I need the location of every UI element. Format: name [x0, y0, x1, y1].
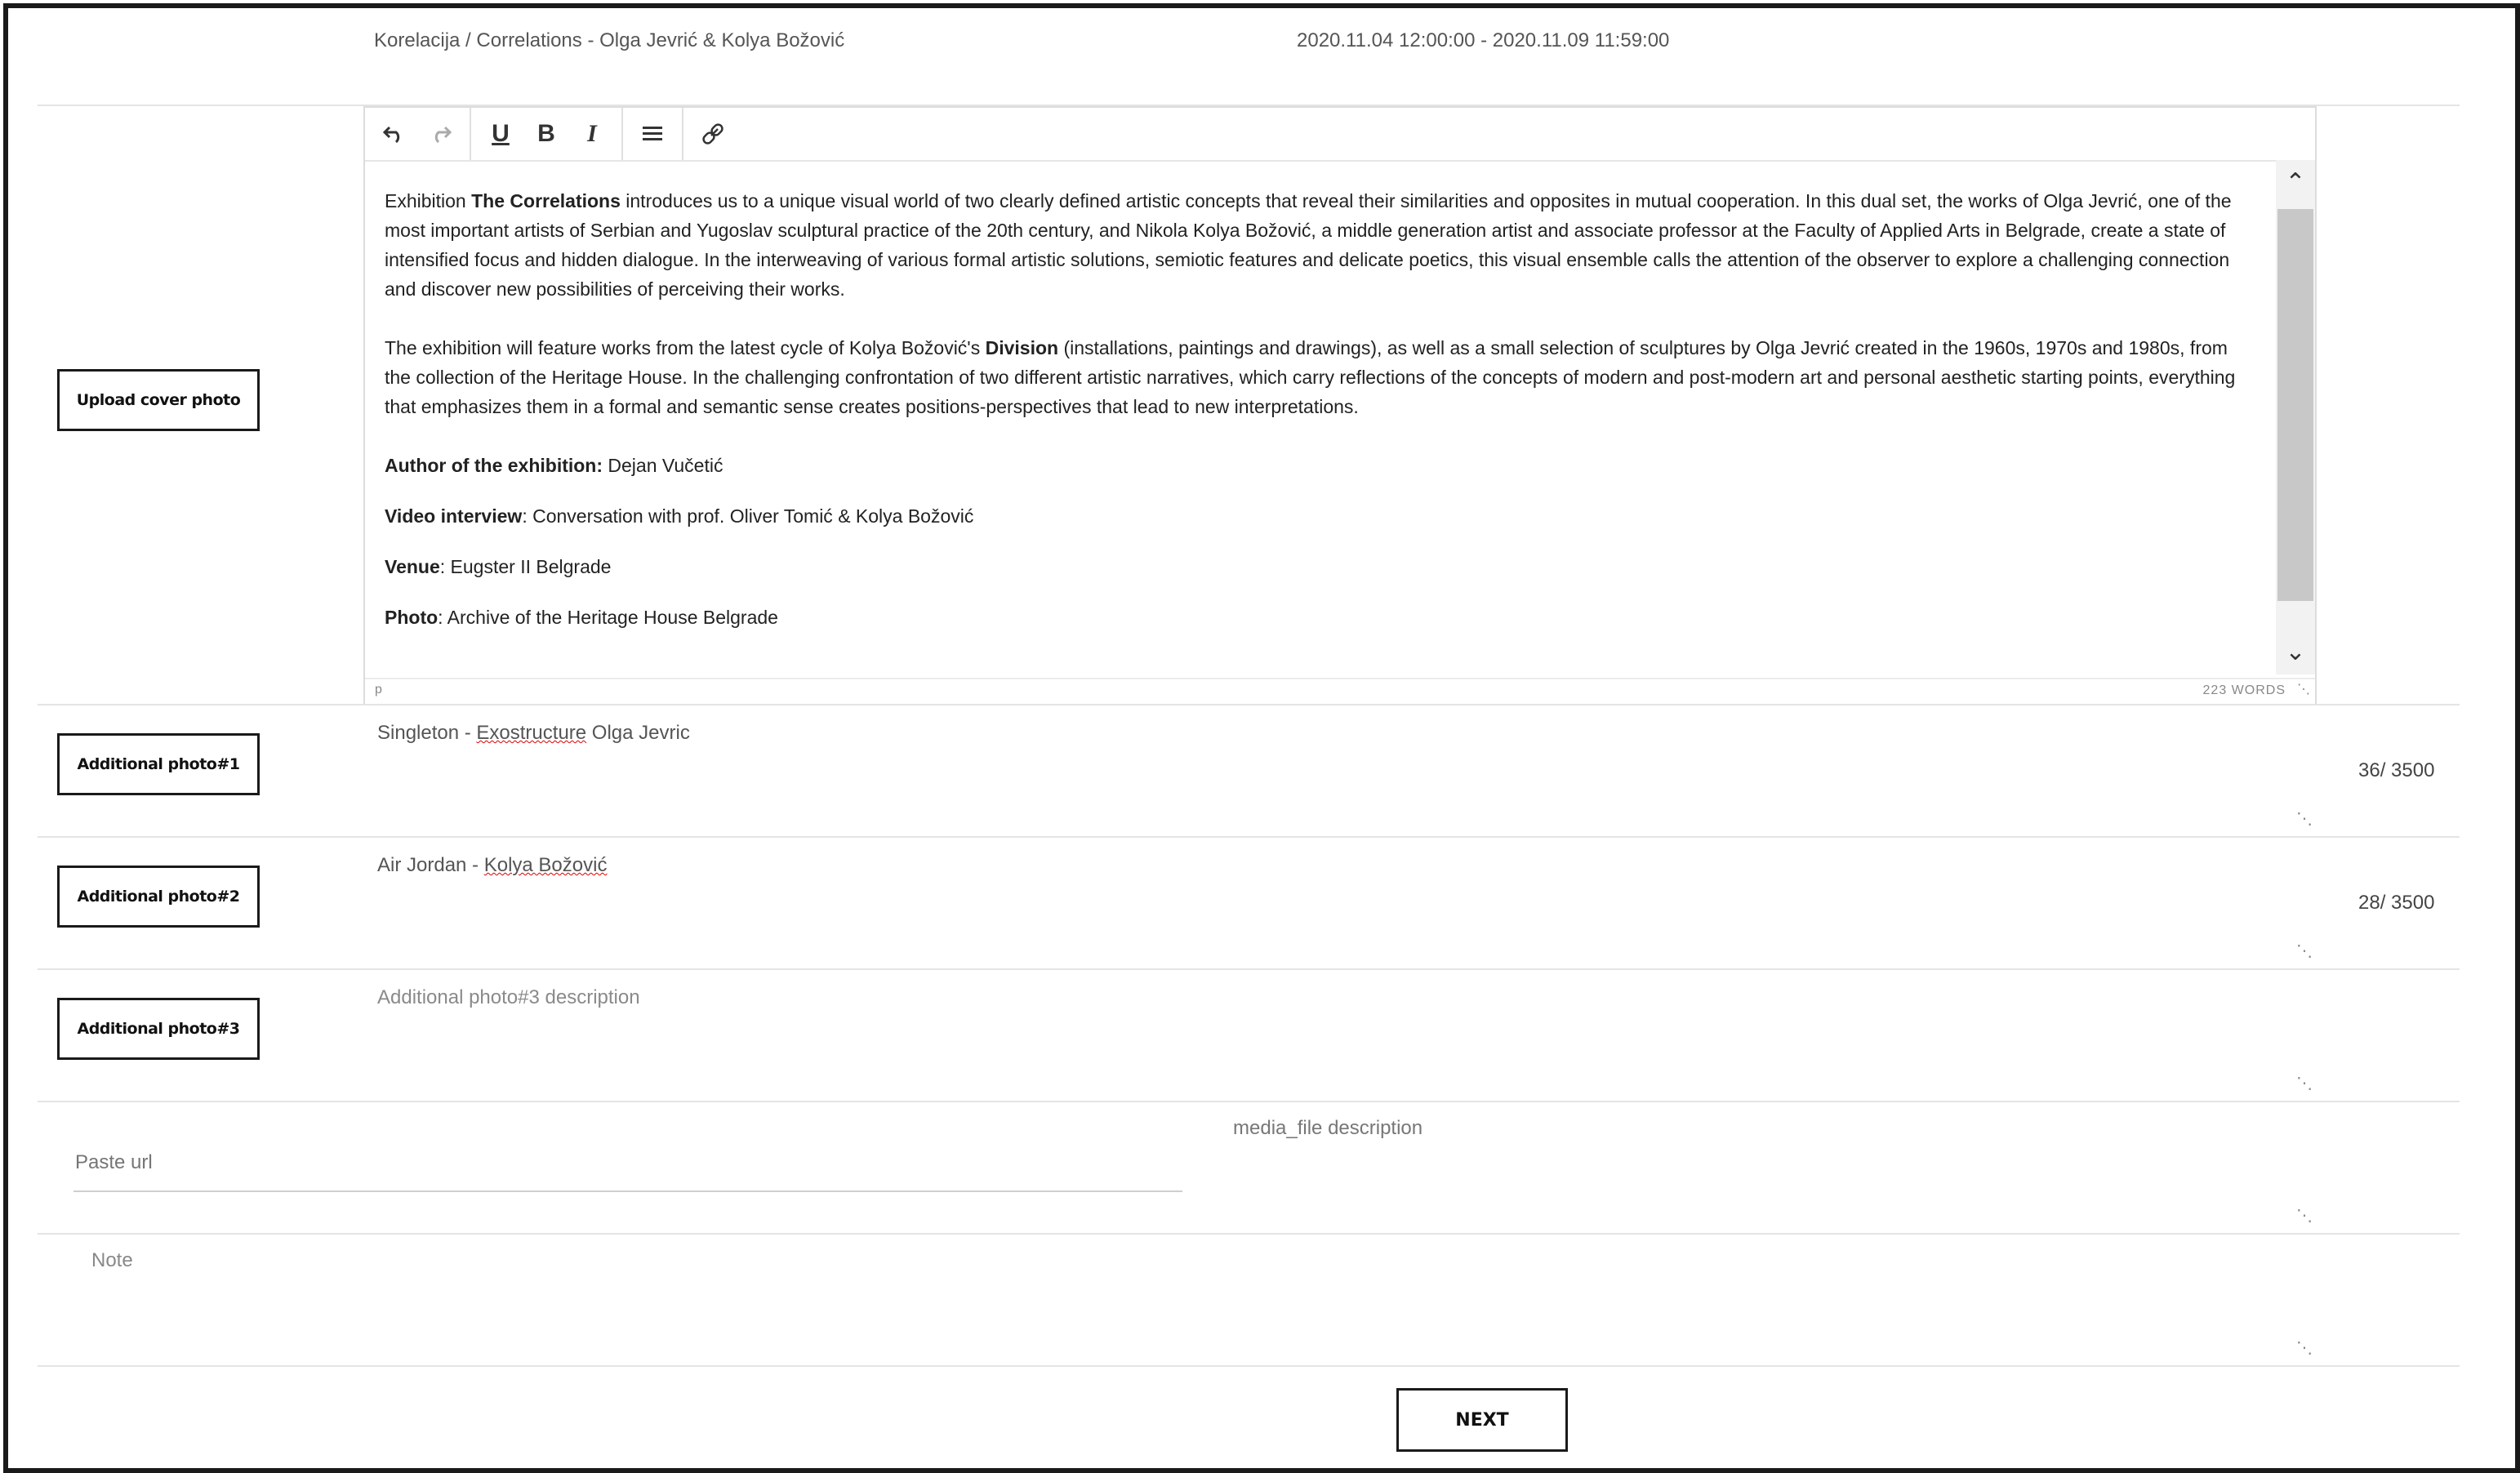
paragraph-intro: Exhibition The Correlations introduces u…: [385, 190, 2232, 300]
paragraph-exhibition: The exhibition will feature works from t…: [385, 337, 2236, 417]
paste-url-input[interactable]: [73, 1135, 1182, 1192]
divider: [38, 836, 2460, 838]
event-title: Korelacija / Correlations - Olga Jevrić …: [374, 29, 845, 51]
editor-scrollbar[interactable]: ⌃ ⌄: [2276, 160, 2315, 674]
divider: [38, 704, 2460, 705]
event-dates: 2020.11.04 12:00:00 - 2020.11.09 11:59:0…: [1297, 29, 1670, 51]
resize-grip-icon[interactable]: ⋱: [2297, 681, 2310, 697]
divider: [38, 1101, 2460, 1102]
scroll-thumb[interactable]: [2277, 209, 2313, 601]
underline-button[interactable]: U: [478, 111, 523, 157]
bold-button[interactable]: B: [523, 111, 569, 157]
divider: [38, 1365, 2460, 1367]
resize-grip-icon[interactable]: ⋱: [2296, 941, 2313, 961]
photo-line: Photo: Archive of the Heritage House Bel…: [385, 607, 778, 628]
photo-2-char-counter: 28/ 3500: [2358, 892, 2435, 914]
resize-grip-icon[interactable]: ⋱: [2296, 1205, 2313, 1226]
additional-photo-2-button[interactable]: Additional photo#2: [57, 866, 260, 928]
photo-1-char-counter: 36/ 3500: [2358, 759, 2435, 781]
divider: [38, 968, 2460, 970]
venue-line: Venue: Eugster II Belgrade: [385, 556, 612, 577]
undo-icon[interactable]: [372, 111, 417, 157]
additional-photo-3-button[interactable]: Additional photo#3: [57, 998, 260, 1060]
upload-cover-photo-button[interactable]: Upload cover photo: [57, 369, 260, 431]
element-path: p: [375, 683, 382, 696]
chevron-down-icon[interactable]: ⌄: [2276, 638, 2315, 666]
resize-grip-icon[interactable]: ⋱: [2296, 808, 2313, 829]
note-field[interactable]: Note: [91, 1249, 133, 1272]
video-line: Video interview: Conversation with prof.…: [385, 505, 974, 527]
resize-grip-icon[interactable]: ⋱: [2296, 1073, 2313, 1093]
word-count: 223 WORDS: [2202, 683, 2286, 697]
next-button[interactable]: NEXT: [1396, 1388, 1568, 1452]
editor-statusbar: p 223 WORDS ⋱: [365, 678, 2315, 704]
photo-1-description[interactable]: Singleton - Exostructure Olga Jevric: [377, 722, 690, 745]
editor-toolbar: U B I: [365, 108, 2315, 162]
align-icon[interactable]: [630, 111, 675, 157]
editor-content[interactable]: Exhibition The Correlations introduces u…: [385, 186, 2246, 692]
link-icon[interactable]: [690, 111, 736, 157]
italic-button[interactable]: I: [569, 111, 615, 157]
author-line: Author of the exhibition: Dejan Vučetić: [385, 455, 723, 476]
chevron-up-icon[interactable]: ⌃: [2276, 168, 2315, 197]
photo-2-description[interactable]: Air Jordan - Kolya Božović: [377, 854, 607, 877]
additional-photo-1-button[interactable]: Additional photo#1: [57, 733, 260, 795]
redo-icon[interactable]: [417, 111, 463, 157]
photo-3-description[interactable]: Additional photo#3 description: [377, 986, 640, 1009]
divider: [38, 1233, 2460, 1235]
resize-grip-icon[interactable]: ⋱: [2296, 1337, 2313, 1358]
description-editor[interactable]: U B I Exhibition The Correlations introd…: [363, 106, 2317, 705]
media-file-description[interactable]: media_file description: [1233, 1117, 1423, 1140]
